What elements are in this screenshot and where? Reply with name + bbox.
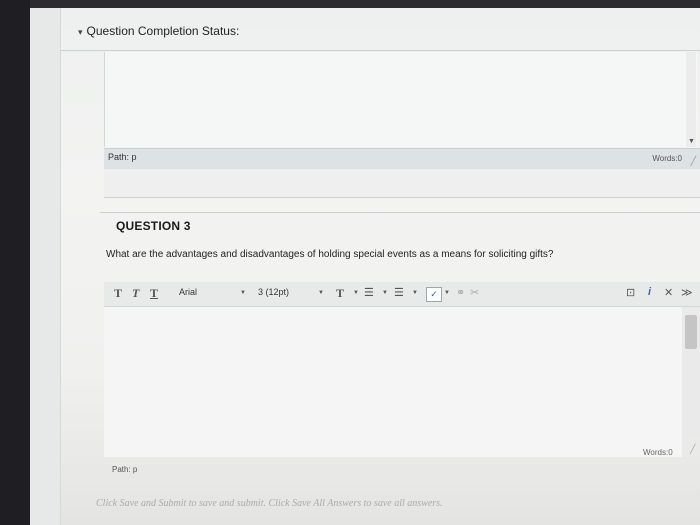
chevron-down-icon: ▾ — [78, 27, 83, 37]
previous-editor-status-bar: Path: p Words:0 ╱ — [104, 148, 700, 170]
preview-icon[interactable]: ⊡ — [626, 286, 635, 299]
text-color-button[interactable]: T — [336, 286, 344, 301]
answer-text-area[interactable] — [104, 307, 682, 457]
unordered-list-icon[interactable]: ☰ — [364, 286, 374, 299]
font-size-select[interactable]: 3 (12pt) — [258, 287, 289, 297]
fullscreen-icon[interactable]: ✕ — [664, 286, 673, 299]
submit-instructions: Click Save and Submit to save and submit… — [96, 498, 443, 509]
text-color-dropdown-icon[interactable]: ▼ — [353, 290, 359, 296]
question-text: What are the advantages and disadvantage… — [106, 249, 554, 260]
unlink-icon[interactable]: ✂ — [470, 286, 479, 299]
previous-editor-path: Path: p — [108, 152, 137, 162]
font-size-dropdown-icon[interactable]: ▼ — [318, 290, 324, 296]
spellcheck-dropdown-icon[interactable]: ▼ — [444, 290, 450, 296]
resize-grip-icon[interactable]: ╱ — [691, 156, 696, 167]
editor-word-count: Words:0 — [643, 448, 673, 457]
font-family-dropdown-icon[interactable]: ▼ — [240, 290, 246, 296]
previous-answer-editor[interactable] — [104, 52, 697, 147]
font-family-select[interactable]: Arial — [179, 287, 197, 297]
page-left-margin — [30, 8, 61, 525]
previous-editor-scrollbar[interactable]: ▼ — [686, 52, 696, 147]
question-separator — [100, 212, 700, 213]
resize-grip-icon[interactable]: ╱ — [690, 444, 695, 455]
bold-button[interactable]: T — [114, 286, 122, 301]
editor-scrollbar[interactable] — [682, 307, 700, 437]
underline-button[interactable]: T — [150, 286, 158, 301]
spellcheck-icon[interactable]: ✓ — [426, 287, 442, 302]
unordered-list-dropdown-icon[interactable]: ▼ — [382, 290, 388, 296]
ordered-list-icon[interactable]: ☰ — [394, 286, 404, 299]
editor-toolbar: T T T Arial ▼ 3 (12pt) ▼ T ▼ ☰ ▼ ☰ ▼ ✓ ▼… — [104, 282, 700, 307]
link-icon[interactable]: ⚭ — [456, 286, 465, 299]
scroll-down-arrow-icon[interactable]: ▼ — [688, 138, 695, 145]
previous-editor-word-count: Words:0 — [652, 154, 682, 163]
screen-bezel-left — [0, 0, 30, 525]
info-icon[interactable]: i — [648, 286, 651, 298]
divider — [60, 50, 700, 51]
italic-button[interactable]: T — [132, 286, 139, 301]
editor-path: Path: p — [112, 465, 138, 474]
ordered-list-dropdown-icon[interactable]: ▼ — [412, 290, 418, 296]
previous-editor-footer — [104, 169, 700, 198]
completion-status-label: Question Completion Status: — [86, 24, 240, 38]
question-completion-status[interactable]: ▾ Question Completion Status: — [78, 24, 239, 38]
collapse-toolbar-icon[interactable]: ≫ — [681, 286, 693, 299]
question-title: QUESTION 3 — [116, 219, 191, 233]
scrollbar-thumb[interactable] — [685, 315, 697, 349]
